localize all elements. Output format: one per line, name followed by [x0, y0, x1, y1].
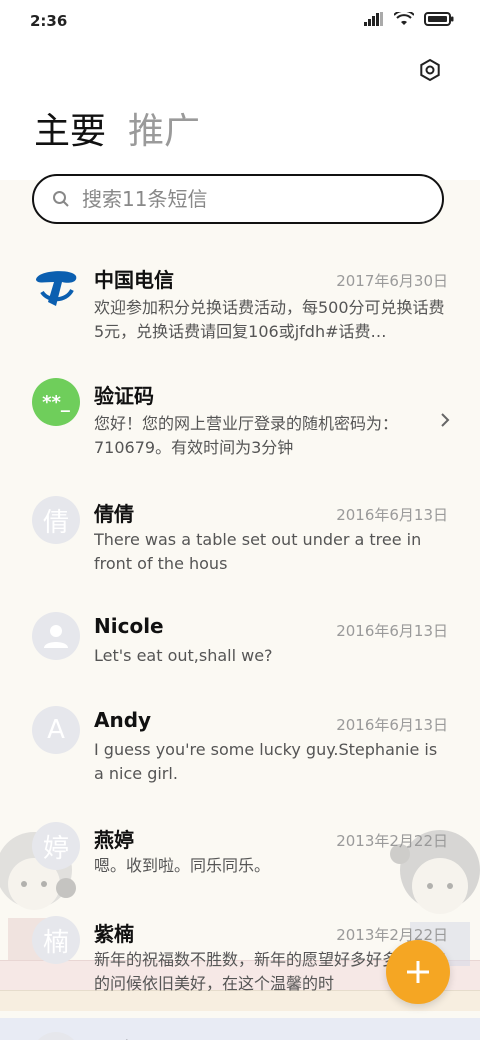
sender-name: 倩倩 [94, 502, 134, 526]
contact-avatar: 楠 [32, 916, 80, 964]
sender-name: Nicole [94, 614, 164, 638]
sender-name: 燕婷 [94, 828, 134, 852]
message-preview: There was a table set out under a tree i… [94, 530, 422, 573]
plus-icon [407, 961, 429, 983]
settings-button[interactable] [414, 54, 446, 86]
gear-icon [420, 58, 440, 82]
message-date: 2013年2月22日 [336, 832, 448, 850]
conversation-item[interactable]: **_ 验证码 您好！您的网上营业厅登录的随机密码为：710679。有效时间为3… [0, 368, 480, 468]
contact-avatar: A [32, 706, 80, 754]
message-date: 2016年6月13日 [336, 716, 448, 734]
message-date: 2016年6月13日 [336, 506, 448, 524]
wifi-icon [394, 12, 414, 25]
conversation-item[interactable]: A Andy 2016年6月13日 I guess you're some lu… [0, 696, 480, 796]
message-preview: Let's eat out,shall we? [94, 646, 273, 665]
contact-avatar: 倩 [32, 496, 80, 544]
conversation-item[interactable]: 婷 燕婷 2013年2月22日 嗯。收到啦。同乐同乐。 [0, 812, 480, 892]
sender-name: Andy [94, 708, 152, 732]
message-preview: 欢迎参加积分兑换话费活动，每500分可兑换话费5元，兑换话费请回复106或jfd… [94, 298, 445, 341]
status-bar: 2:36 [0, 0, 480, 40]
conversation-item[interactable]: 中国电信 2017年6月30日 欢迎参加积分兑换话费活动，每500分可兑换话费5… [0, 252, 480, 352]
message-date: 2017年6月30日 [336, 272, 448, 290]
compose-button[interactable] [386, 940, 450, 1004]
message-preview: I guess you're some lucky guy.Stephanie … [94, 740, 438, 783]
contact-avatar: 婷 [32, 822, 80, 870]
battery-icon [424, 12, 454, 26]
search-icon [52, 190, 70, 208]
sender-name: 子玲 [94, 1034, 134, 1040]
tab-bar: 主要 推广 [34, 108, 200, 156]
search-bar[interactable] [32, 174, 444, 224]
conversation-item[interactable]: 倩 倩倩 2016年6月13日 There was a table set ou… [0, 486, 480, 586]
telecom-logo-icon [32, 262, 80, 310]
status-icons [364, 12, 454, 26]
message-preview: 您好！您的网上营业厅登录的随机密码为：710679。有效时间为3分钟 [94, 414, 399, 457]
tab-promotions[interactable]: 推广 [128, 108, 200, 156]
sender-name: 中国电信 [94, 268, 174, 292]
message-date: 2013年2月22日 [336, 926, 448, 944]
tab-primary[interactable]: 主要 [34, 108, 106, 156]
contact-avatar [32, 1032, 80, 1040]
conversation-item[interactable]: 子玲 [0, 1022, 480, 1040]
conversation-item[interactable]: Nicole 2016年6月13日 Let's eat out,shall we… [0, 602, 480, 682]
sender-name: 紫楠 [94, 922, 134, 946]
search-input[interactable] [80, 186, 424, 212]
message-date: 2016年6月13日 [336, 622, 448, 640]
signal-icon [364, 12, 383, 26]
chevron-right-icon[interactable] [440, 412, 450, 428]
status-time: 2:36 [30, 12, 68, 30]
person-icon [32, 612, 80, 660]
verification-code-avatar: **_ [32, 378, 80, 426]
sender-name: 验证码 [94, 384, 154, 408]
message-preview: 嗯。收到啦。同乐同乐。 [94, 856, 271, 875]
